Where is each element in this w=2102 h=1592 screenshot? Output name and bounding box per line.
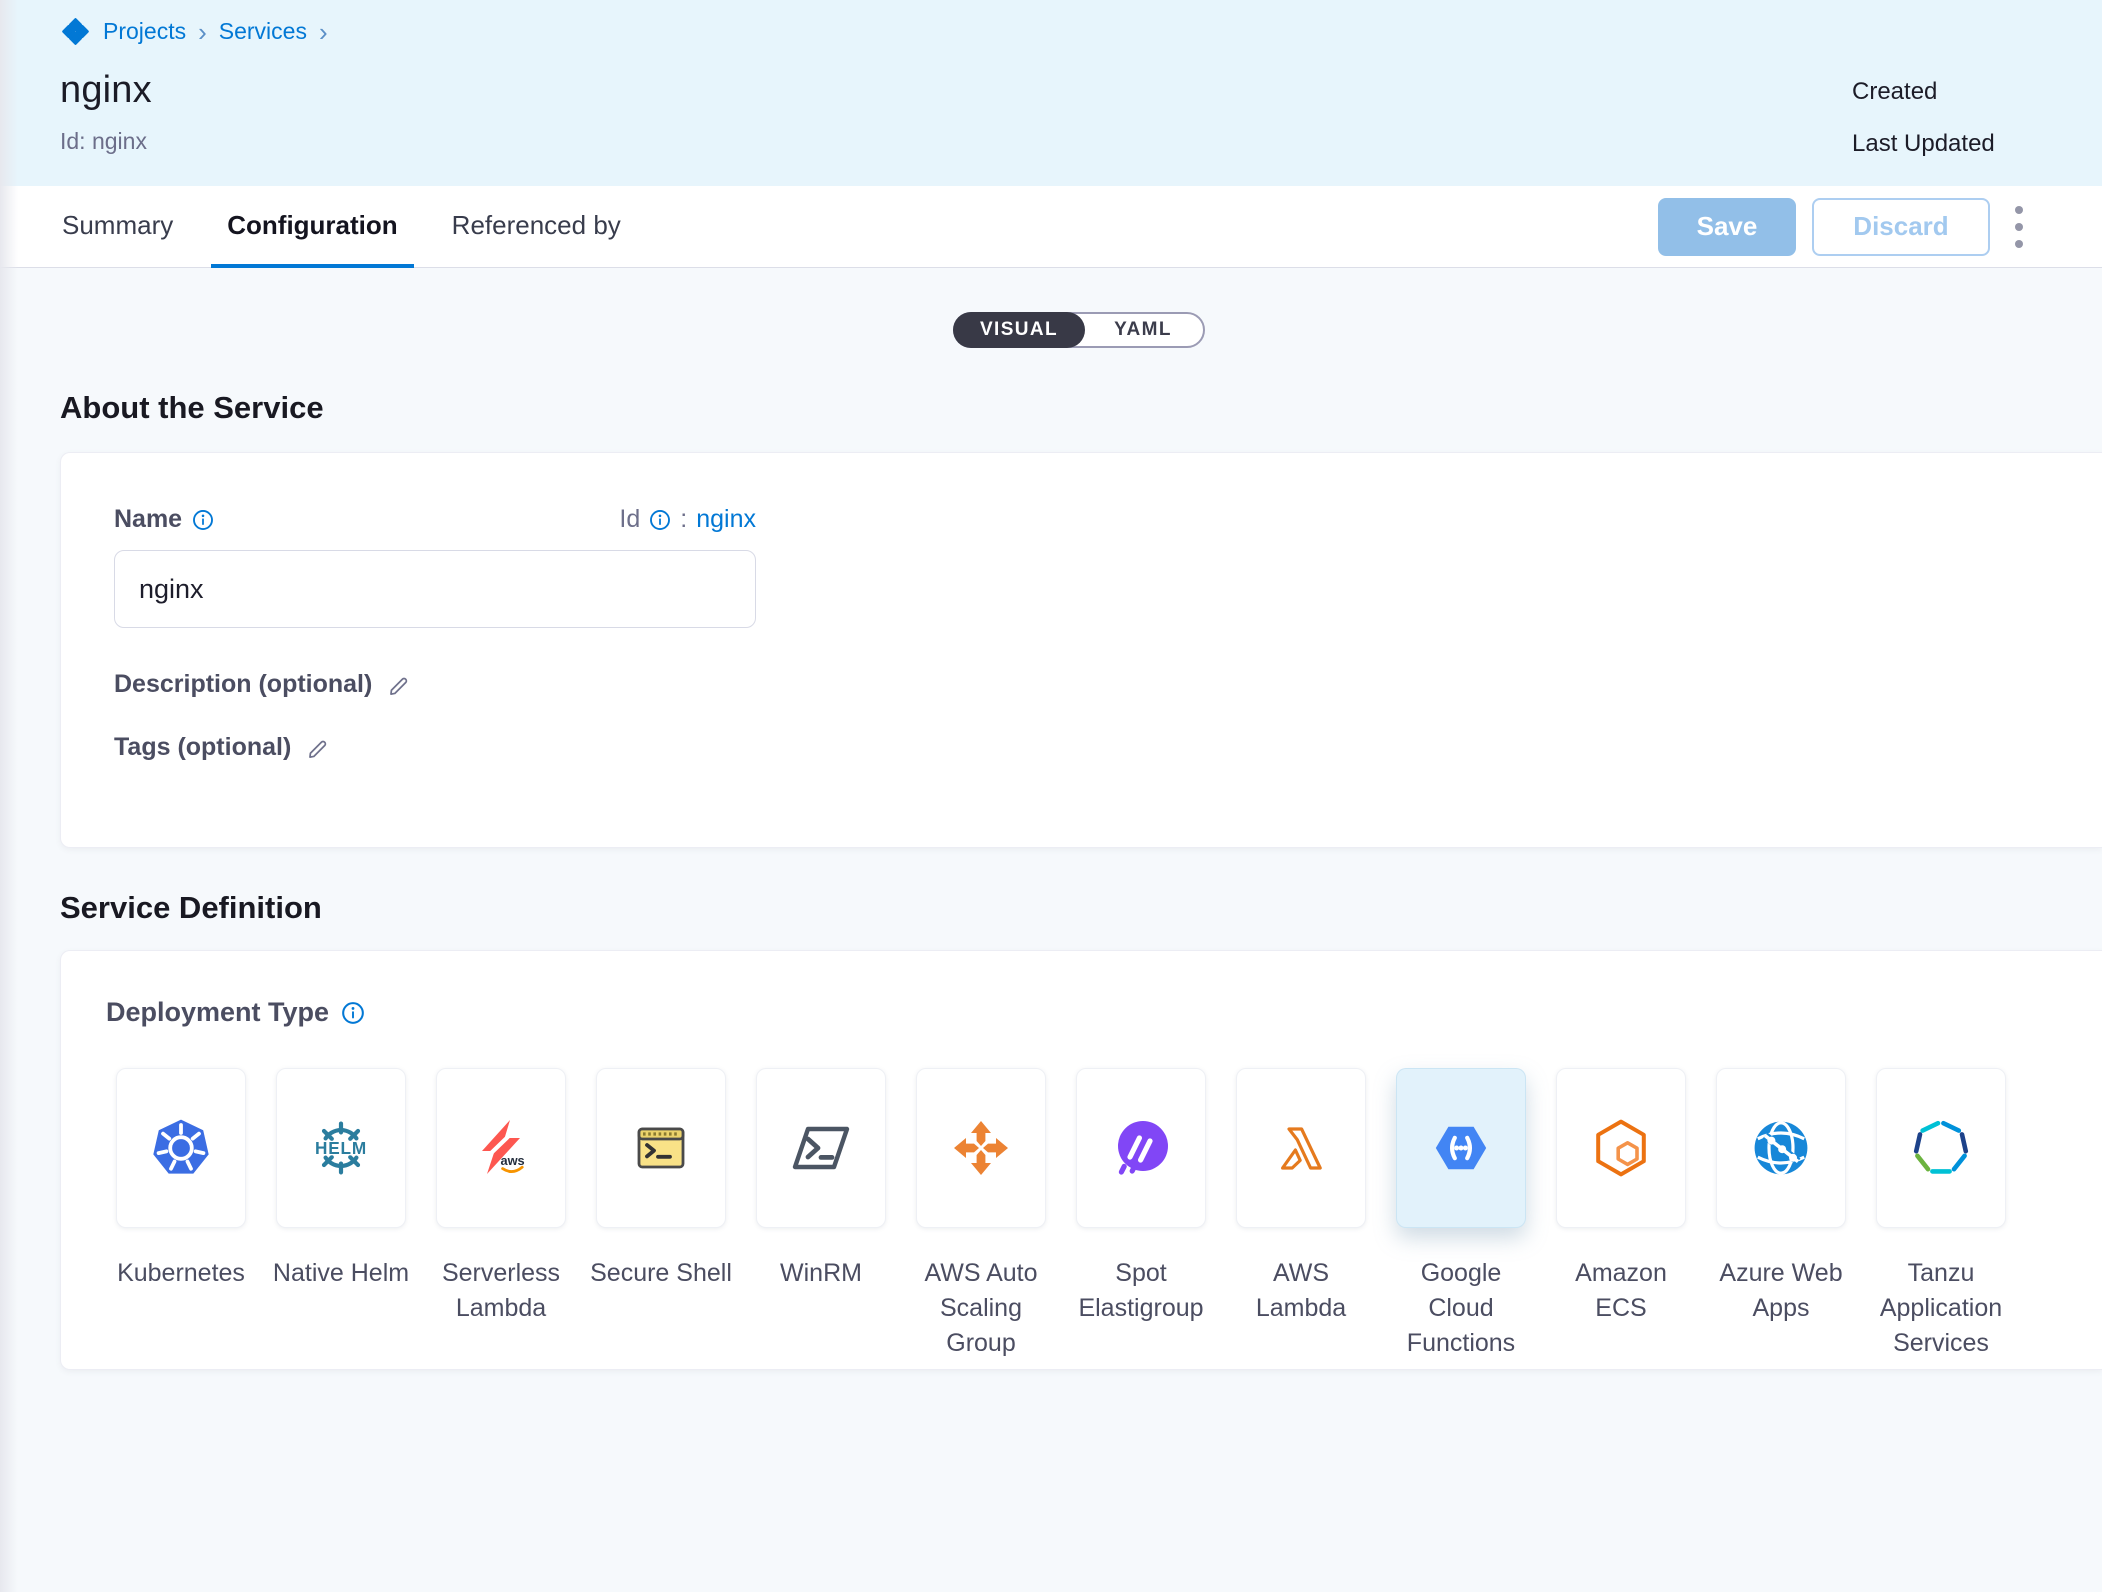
- aws-lambda-icon: [1269, 1116, 1333, 1180]
- deployment-type-card: [1236, 1068, 1366, 1228]
- deployment-type-kubernetes[interactable]: Kubernetes: [101, 1068, 261, 1361]
- native-helm-icon: HELM: [309, 1116, 373, 1180]
- spot-elastigroup-icon: [1109, 1116, 1173, 1180]
- deployment-type-label: AWS Lambda: [1229, 1256, 1373, 1326]
- deployment-type-label: Amazon ECS: [1549, 1256, 1693, 1326]
- about-service-heading: About the Service: [60, 390, 2102, 426]
- aws-auto-scaling-group-icon: [949, 1116, 1013, 1180]
- deployment-type-aws-lambda[interactable]: AWS Lambda: [1221, 1068, 1381, 1361]
- name-label-group: Name: [114, 505, 214, 534]
- created-label: Created: [1852, 78, 1995, 106]
- info-icon[interactable]: [649, 509, 671, 531]
- deployment-type-card: [916, 1068, 1046, 1228]
- deployment-type-card: [1076, 1068, 1206, 1228]
- tanzu-application-services-icon: [1909, 1116, 1973, 1180]
- about-service-card: Name Id : nginx Description (optional): [60, 452, 2102, 848]
- deployment-type-card: [1876, 1068, 2006, 1228]
- edit-tags-icon[interactable]: [305, 735, 331, 761]
- serverless-lambda-icon: aws: [469, 1116, 533, 1180]
- save-button[interactable]: Save: [1658, 198, 1796, 256]
- deployment-type-label: WinRM: [780, 1256, 862, 1291]
- deployment-type-serverless-lambda[interactable]: aws Serverless Lambda: [421, 1068, 581, 1361]
- visual-yaml-toggle: VISUAL YAML: [953, 312, 1205, 348]
- toggle-option-yaml[interactable]: YAML: [1085, 314, 1201, 346]
- deployment-type-label: AWS Auto Scaling Group: [909, 1256, 1053, 1361]
- header-meta: Created Last Updated: [1852, 78, 1995, 158]
- deployment-type-options: Kubernetes HELM Native Helm aws Serverle…: [101, 1068, 2102, 1361]
- breadcrumb: Projects › Services ›: [60, 16, 2102, 47]
- deployment-type-label: Google Cloud Functions: [1389, 1256, 1533, 1361]
- breadcrumb-separator-icon: ›: [196, 19, 209, 45]
- deployment-type-amazon-ecs[interactable]: Amazon ECS: [1541, 1068, 1701, 1361]
- page-title: nginx: [60, 69, 2102, 112]
- deployment-type-label: Deployment Type: [106, 997, 329, 1028]
- google-cloud-functions-icon: [1429, 1116, 1493, 1180]
- tags-row: Tags (optional): [114, 733, 2102, 762]
- name-input[interactable]: [114, 550, 756, 628]
- service-id-group: Id : nginx: [619, 505, 756, 534]
- projects-diamond-icon[interactable]: [60, 16, 91, 47]
- id-label: Id: [619, 505, 640, 534]
- service-definition-heading: Service Definition: [60, 890, 2102, 926]
- deployment-type-label: Azure Web Apps: [1709, 1256, 1853, 1326]
- id-value-link[interactable]: nginx: [696, 505, 756, 534]
- deployment-type-header: Deployment Type: [106, 997, 2102, 1028]
- deployment-type-card: aws: [436, 1068, 566, 1228]
- page-header: Projects › Services › nginx Id: nginx Cr…: [0, 0, 2102, 186]
- last-updated-label: Last Updated: [1852, 130, 1995, 158]
- info-icon[interactable]: [192, 509, 214, 531]
- kubernetes-icon: [149, 1116, 213, 1180]
- secure-shell-icon: [629, 1116, 693, 1180]
- deployment-type-label: Native Helm: [273, 1256, 409, 1291]
- description-label: Description (optional): [114, 670, 372, 699]
- deployment-type-azure-web-apps[interactable]: Azure Web Apps: [1701, 1068, 1861, 1361]
- deployment-type-card: HELM: [276, 1068, 406, 1228]
- deployment-type-native-helm[interactable]: HELM Native Helm: [261, 1068, 421, 1361]
- edit-description-icon[interactable]: [386, 672, 412, 698]
- deployment-type-label: Secure Shell: [590, 1256, 732, 1291]
- svg-text:aws: aws: [500, 1153, 524, 1168]
- deployment-type-card: [1396, 1068, 1526, 1228]
- service-id-text: Id: nginx: [60, 128, 2102, 155]
- tab-referenced-by[interactable]: Referenced by: [436, 186, 637, 268]
- deployment-type-card: [1556, 1068, 1686, 1228]
- service-definition-card: Deployment Type Kubernetes HELM Native H…: [60, 950, 2102, 1370]
- tab-summary[interactable]: Summary: [46, 186, 189, 268]
- breadcrumb-link-services[interactable]: Services: [219, 18, 307, 45]
- deployment-type-card: [596, 1068, 726, 1228]
- svg-text:HELM: HELM: [315, 1138, 367, 1158]
- tabs: Summary Configuration Referenced by: [46, 186, 637, 267]
- deployment-type-label: Tanzu Application Services: [1869, 1256, 2013, 1361]
- tab-bar: Summary Configuration Referenced by Save…: [0, 186, 2102, 268]
- deployment-type-secure-shell[interactable]: Secure Shell: [581, 1068, 741, 1361]
- amazon-ecs-icon: [1589, 1116, 1653, 1180]
- discard-button[interactable]: Discard: [1812, 198, 1990, 256]
- tab-configuration[interactable]: Configuration: [211, 186, 413, 268]
- deployment-type-winrm[interactable]: WinRM: [741, 1068, 901, 1361]
- name-label: Name: [114, 505, 182, 534]
- deployment-type-label: Kubernetes: [117, 1256, 245, 1291]
- collapsed-nav-gutter: [0, 0, 18, 1592]
- winrm-icon: [789, 1116, 853, 1180]
- info-icon[interactable]: [341, 1001, 365, 1025]
- deployment-type-google-cloud-functions[interactable]: Google Cloud Functions: [1381, 1068, 1541, 1361]
- id-separator: :: [680, 505, 687, 534]
- deployment-type-card: [116, 1068, 246, 1228]
- deployment-type-tanzu-application-services[interactable]: Tanzu Application Services: [1861, 1068, 2021, 1361]
- tab-actions: Save Discard: [1658, 186, 2102, 267]
- deployment-type-card: [756, 1068, 886, 1228]
- azure-web-apps-icon: [1749, 1116, 1813, 1180]
- tags-label: Tags (optional): [114, 733, 291, 762]
- configuration-content: VISUAL YAML About the Service Name Id : …: [0, 312, 2102, 1370]
- deployment-type-label: Serverless Lambda: [429, 1256, 573, 1326]
- breadcrumb-link-projects[interactable]: Projects: [103, 18, 186, 45]
- deployment-type-label: Spot Elastigroup: [1069, 1256, 1213, 1326]
- more-options-icon[interactable]: [2006, 198, 2032, 256]
- deployment-type-aws-auto-scaling-group[interactable]: AWS Auto Scaling Group: [901, 1068, 1061, 1361]
- deployment-type-spot-elastigroup[interactable]: Spot Elastigroup: [1061, 1068, 1221, 1361]
- deployment-type-card: [1716, 1068, 1846, 1228]
- breadcrumb-separator-icon: ›: [317, 19, 330, 45]
- toggle-option-visual[interactable]: VISUAL: [953, 312, 1085, 348]
- description-row: Description (optional): [114, 670, 2102, 699]
